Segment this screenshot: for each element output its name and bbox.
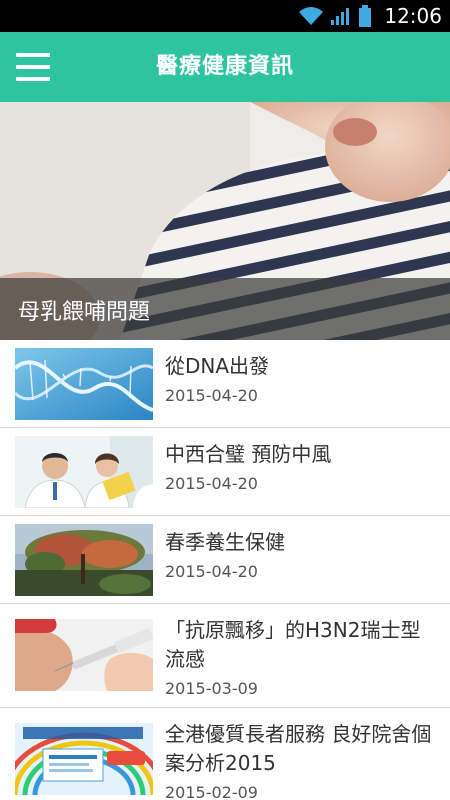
news-date: 2015-04-20 [165,474,258,493]
featured-article-banner[interactable]: 母乳餵哺問題 [0,102,450,340]
battery-icon [359,5,372,27]
list-item[interactable]: 全港優質長者服務 良好院舍個案分析2015 2015-02-09 [0,708,450,800]
app-bar: 醫療健康資訊 [0,32,450,102]
vaccination-image [15,619,153,691]
list-item[interactable]: 從DNA出發 2015-04-20 [0,340,450,428]
hero-caption: 母乳餵哺問題 [18,300,151,325]
news-date: 2015-02-09 [165,783,258,800]
elderly-service-poster-image [15,723,153,795]
signal-icon [331,8,350,25]
news-title: 春季養生保健 [165,530,285,554]
status-time: 12:06 [384,4,442,28]
news-title: 「抗原飄移」的H3N2瑞士型流感 [165,618,421,671]
news-date: 2015-04-20 [165,562,258,581]
list-item[interactable]: 春季養生保健 2015-04-20 [0,516,450,604]
news-date: 2015-04-20 [165,386,258,405]
status-bar: 12:06 [0,0,450,32]
list-item[interactable]: 「抗原飄移」的H3N2瑞士型流感 2015-03-09 [0,604,450,708]
doctors-image [15,436,153,508]
news-title: 從DNA出發 [165,354,270,378]
list-item[interactable]: 中西合璧 預防中風 2015-04-20 [0,428,450,516]
wifi-icon [299,7,324,25]
page-title: 醫療健康資訊 [155,54,294,79]
news-title: 全港優質長者服務 良好院舍個案分析2015 [165,722,432,775]
status-icons: 12:06 [298,0,442,32]
dna-helix-image [15,348,153,420]
news-list: 從DNA出發 2015-04-20 中西合璧 預防中風 2015-04-20 春… [0,340,450,800]
news-title: 中西合璧 預防中風 [165,442,332,466]
tree-landscape-image [15,524,153,596]
news-date: 2015-03-09 [165,679,258,698]
